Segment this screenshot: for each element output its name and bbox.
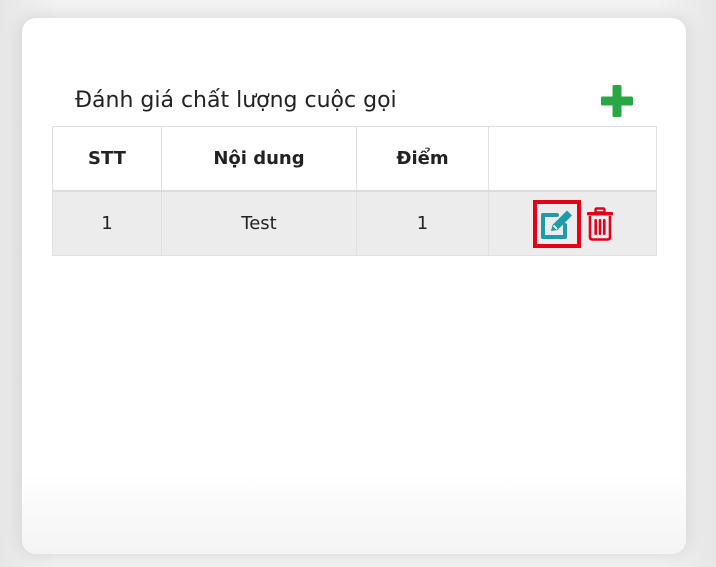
cell-actions bbox=[488, 190, 657, 256]
cell-stt: 1 bbox=[52, 190, 162, 256]
table-row: 1 Test 1 bbox=[52, 190, 657, 256]
delete-button[interactable] bbox=[585, 206, 615, 242]
trash-icon bbox=[586, 206, 613, 241]
cell-content: Test bbox=[161, 190, 357, 256]
edit-icon bbox=[540, 210, 572, 239]
rating-panel: Đánh giá chất lượng cuộc gọi STT Nội dun… bbox=[22, 18, 686, 554]
panel-bottom-fade bbox=[22, 474, 686, 554]
column-header-score: Điểm bbox=[356, 126, 489, 192]
panel-title: Đánh giá chất lượng cuộc gọi bbox=[75, 88, 397, 113]
column-header-actions bbox=[488, 126, 657, 192]
edit-button[interactable] bbox=[532, 199, 581, 248]
cell-score: 1 bbox=[356, 190, 489, 256]
column-header-stt: STT bbox=[52, 126, 162, 192]
plus-icon bbox=[601, 85, 633, 117]
table-header-row: STT Nội dung Điểm bbox=[52, 126, 657, 192]
panel-header: Đánh giá chất lượng cuộc gọi bbox=[52, 84, 656, 126]
row-actions bbox=[489, 199, 656, 248]
rating-table: STT Nội dung Điểm 1 Test 1 bbox=[52, 126, 657, 256]
add-criterion-button[interactable] bbox=[600, 84, 634, 118]
column-header-content: Nội dung bbox=[161, 126, 357, 192]
